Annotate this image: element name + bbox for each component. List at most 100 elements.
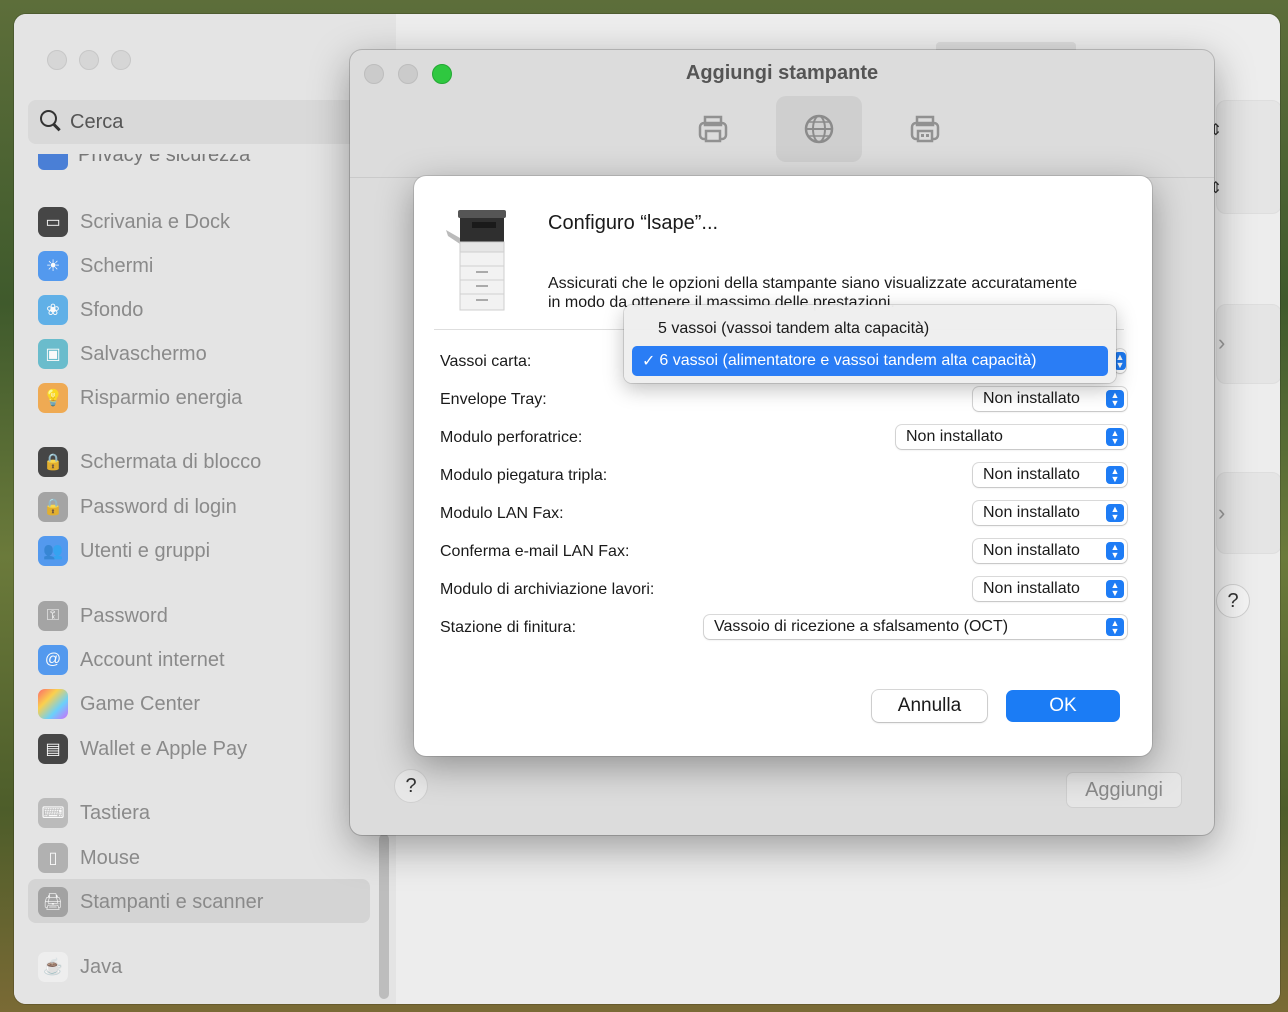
option-label-job-storage: Modulo di archiviazione lavori: [440, 581, 655, 598]
sidebar-item-energy[interactable]: 💡 Risparmio energia [38, 380, 242, 416]
job-storage-popup[interactable]: Non installato ▲ ▼ [973, 577, 1127, 601]
sidebar-item-label: Wallet e Apple Pay [80, 737, 248, 760]
globe-icon [804, 114, 834, 144]
key-icon: ⚿ [38, 601, 68, 631]
option-label-tri-fold: Modulo piegatura tripla: [440, 467, 608, 484]
lightbulb-icon: 💡 [38, 383, 68, 413]
configure-printer-dialog: Configuro “lsape”... Assicurati che le o… [414, 176, 1152, 756]
sidebar-item-screensaver[interactable]: ▣ Salvaschermo [38, 336, 207, 372]
add-button[interactable]: Aggiungi [1066, 772, 1182, 808]
popup-arrows-icon: ▲ ▼ [1106, 428, 1124, 446]
sidebar-item-label: Schermata di blocco [80, 450, 262, 473]
sidebar-item-label: Privacy e sicurezza [78, 154, 251, 166]
sidebar-item-internet-accounts[interactable]: @ Account internet [38, 642, 225, 678]
sidebar-item-java[interactable]: ☕ Java [38, 949, 122, 985]
sidebar-item-mouse[interactable]: ▯ Mouse [38, 840, 140, 876]
sidebar-item-login-password[interactable]: 🔒 Password di login [38, 489, 237, 525]
sidebar-item-label: Password [80, 604, 168, 627]
popup-arrows-icon: ▲ ▼ [1106, 618, 1124, 636]
sidebar-item-passwords[interactable]: ⚿ Password [38, 598, 168, 634]
popup-arrows-icon: ▲ ▼ [1106, 542, 1124, 560]
window-controls [47, 50, 131, 70]
wallet-icon: ▤ [38, 734, 68, 764]
chevron-right-icon[interactable]: › [1218, 330, 1225, 356]
sidebar-item-printers-scanners[interactable]: 🖨 Stampanti e scanner [38, 884, 263, 920]
ok-button[interactable]: OK [1006, 690, 1120, 722]
ip-printer-tab[interactable] [776, 96, 862, 162]
tri-fold-popup[interactable]: Non installato ▲ ▼ [973, 463, 1127, 487]
hand-icon [38, 154, 68, 170]
network-printer-icon [910, 115, 940, 143]
popup-value: Non installato [983, 466, 1080, 483]
padlock-icon: 🔒 [38, 492, 68, 522]
sidebar-item-label: Salvaschermo [80, 342, 207, 365]
sidebar-item-label: Utenti e gruppi [80, 539, 211, 562]
zoom-window-button[interactable] [111, 50, 131, 70]
chevron-right-icon[interactable]: › [1218, 500, 1225, 526]
game-center-icon [38, 689, 68, 719]
printer-image [446, 210, 506, 311]
sidebar-item-displays[interactable]: ☀ Schermi [38, 248, 153, 284]
windows-printer-tab[interactable] [882, 96, 968, 162]
sidebar-item-label: Account internet [80, 648, 225, 671]
pane-row-box [1216, 472, 1280, 554]
pane-help-button[interactable]: ? [1216, 584, 1250, 618]
cancel-button[interactable]: Annulla [872, 690, 987, 722]
hole-punch-popup[interactable]: Non installato ▲ ▼ [896, 425, 1127, 449]
dialog-title: Configuro “lsape”... [548, 212, 719, 234]
option-label-finisher: Stazione di finitura: [440, 619, 577, 636]
menu-item-label: 5 vassoi (vassoi tandem alta capacità) [658, 320, 930, 337]
popup-value: Vassoio di ricezione a sfalsamento (OCT) [714, 618, 1009, 635]
sidebar-item-label: Stampanti e scanner [80, 890, 264, 913]
sidebar-scrollbar[interactable] [379, 834, 389, 999]
printer-icon: 🖨 [38, 887, 68, 917]
brightness-icon: ☀ [38, 251, 68, 281]
sidebar: Cerca Privacy e sicurezza ▭ Scrivania e … [14, 14, 396, 1004]
sheet-help-button[interactable]: ? [394, 769, 428, 803]
users-icon: 👥 [38, 536, 68, 566]
printer-icon [698, 115, 728, 143]
lan-fax-email-popup[interactable]: Non installato ▲ ▼ [973, 539, 1127, 563]
sidebar-item-label: Schermi [80, 254, 154, 277]
search-field[interactable]: Cerca [28, 100, 378, 144]
popup-arrows-icon: ▲ ▼ [1106, 466, 1124, 484]
option-label-paper-trays: Vassoi carta: [440, 353, 532, 370]
pane-settings-box [1216, 100, 1280, 214]
sidebar-item-label: Game Center [80, 692, 201, 715]
menu-item-6-trays[interactable]: ✓ 6 vassoi (alimentatore e vassoi tandem… [632, 346, 1108, 376]
sidebar-item-keyboard[interactable]: ⌨ Tastiera [38, 795, 150, 831]
default-printer-tab[interactable] [670, 96, 756, 162]
popup-arrows-icon: ▲ ▼ [1106, 390, 1124, 408]
menu-item-5-trays[interactable]: 5 vassoi (vassoi tandem alta capacità) [632, 314, 1108, 344]
sheet-title: Aggiungi stampante [685, 62, 879, 84]
sidebar-item-privacy[interactable]: Privacy e sicurezza [38, 154, 298, 170]
option-label-hole-punch: Modulo perforatrice: [440, 429, 583, 446]
paper-trays-menu: 5 vassoi (vassoi tandem alta capacità) ✓… [624, 305, 1116, 383]
lan-fax-popup[interactable]: Non installato ▲ ▼ [973, 501, 1127, 525]
keyboard-icon: ⌨ [38, 798, 68, 828]
sidebar-item-lock-screen[interactable]: 🔒 Schermata di blocco [38, 444, 261, 480]
sidebar-item-wallet[interactable]: ▤ Wallet e Apple Pay [38, 731, 247, 767]
finisher-popup[interactable]: Vassoio di ricezione a sfalsamento (OCT)… [704, 615, 1127, 639]
printer-type-toolbar [670, 96, 968, 162]
sidebar-item-wallpaper[interactable]: ❀ Sfondo [38, 292, 143, 328]
minimize-window-button[interactable] [79, 50, 99, 70]
close-window-button[interactable] [47, 50, 67, 70]
mouse-icon: ▯ [38, 843, 68, 873]
lock-icon: 🔒 [38, 447, 68, 477]
sidebar-item-users-groups[interactable]: 👥 Utenti e gruppi [38, 533, 210, 569]
pane-row-box [1216, 304, 1280, 384]
popup-value: Non installato [983, 542, 1080, 559]
sidebar-item-game-center[interactable]: Game Center [38, 686, 200, 722]
envelope-tray-popup[interactable]: Non installato ▲ ▼ [973, 387, 1127, 411]
checkmark-icon: ✓ [642, 353, 656, 370]
sidebar-item-label: Risparmio energia [80, 386, 243, 409]
sidebar-item-desktop-dock[interactable]: ▭ Scrivania e Dock [38, 204, 230, 240]
popup-value: Non installato [906, 428, 1003, 445]
screensaver-icon: ▣ [38, 339, 68, 369]
sidebar-item-label: Tastiera [80, 801, 151, 824]
java-icon: ☕ [38, 952, 68, 982]
search-icon [40, 110, 57, 127]
at-sign-icon: @ [38, 645, 68, 675]
popup-value: Non installato [983, 580, 1080, 597]
